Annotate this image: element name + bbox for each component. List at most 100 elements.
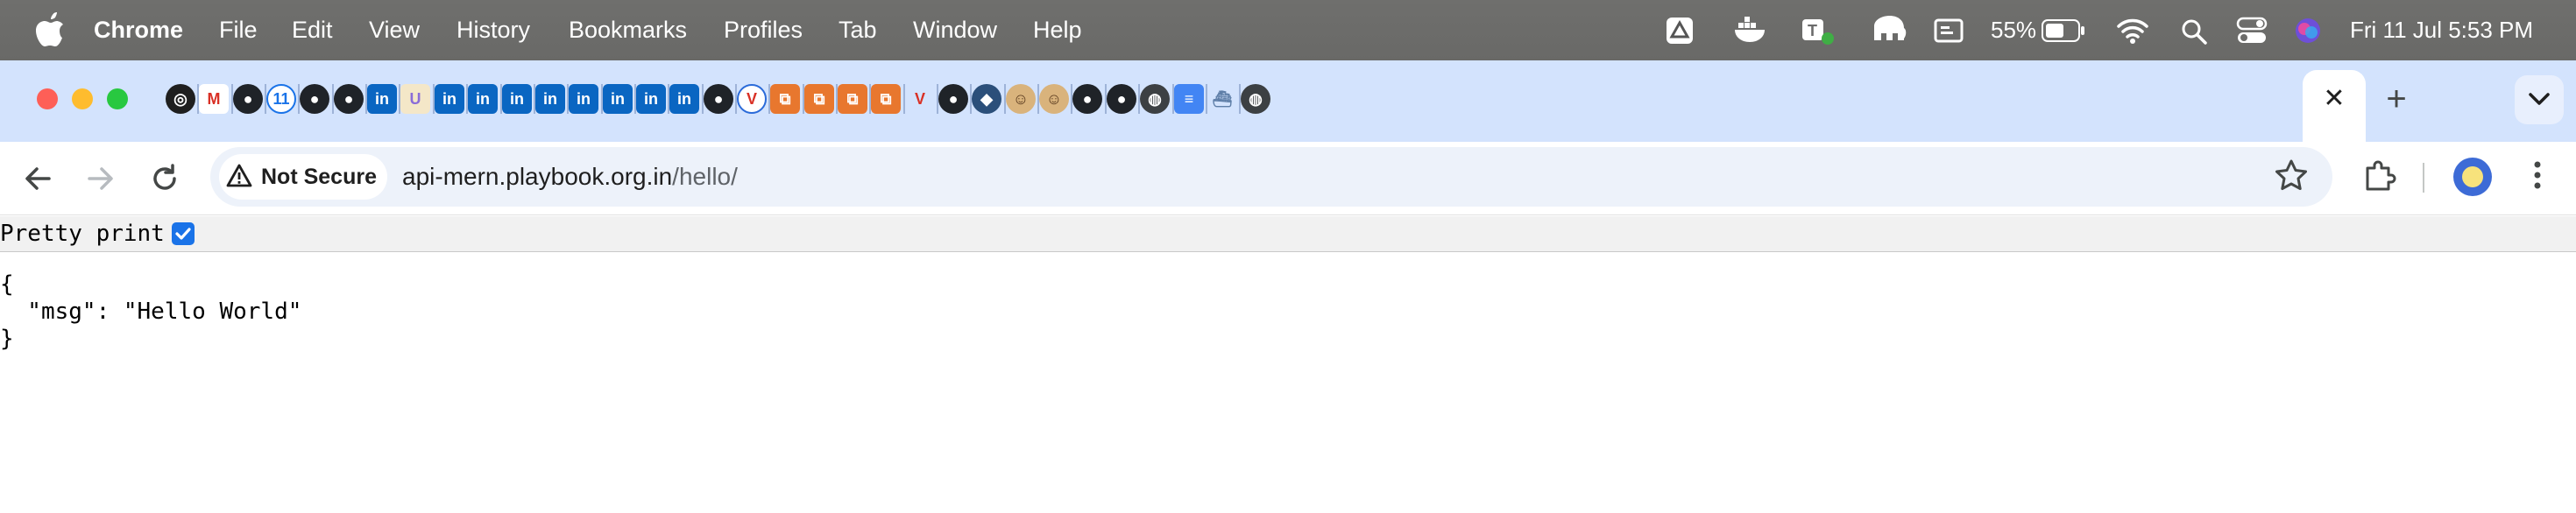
spotlight-search-icon[interactable] [2180, 18, 2208, 46]
tab-separator [869, 84, 871, 114]
tab-separator [768, 84, 770, 114]
tab-u-icon[interactable]: U [400, 84, 430, 114]
menu-app-chrome[interactable]: Chrome [94, 0, 183, 60]
tab-github-icon[interactable]: ● [1072, 84, 1102, 114]
tab-linkedin-icon[interactable]: in [435, 84, 464, 114]
tab-linkedin-icon[interactable]: in [367, 84, 397, 114]
menu-history[interactable]: History [456, 0, 530, 60]
tab-separator [937, 84, 938, 114]
control-center-icon[interactable] [2236, 16, 2268, 46]
docker-icon[interactable] [1733, 16, 1768, 46]
url-path: /hello/ [672, 163, 738, 190]
tab-separator [601, 84, 603, 114]
tab-calendar-icon[interactable]: 11 [266, 84, 296, 114]
tab-orange-box-icon[interactable]: ⧉ [804, 84, 834, 114]
tab-orange-box-icon[interactable]: ⧉ [838, 84, 867, 114]
menu-bookmarks[interactable]: Bookmarks [569, 0, 687, 60]
tab-separator [735, 84, 737, 114]
tab-linkedin-icon[interactable]: in [636, 84, 666, 114]
pretty-print-bar [0, 216, 2576, 252]
tab-search-button[interactable] [2515, 75, 2564, 124]
tab-linkedin-icon[interactable]: in [669, 84, 699, 114]
battery-icon[interactable] [2042, 19, 2085, 42]
tab-avatar-icon[interactable]: ☺ [1039, 84, 1069, 114]
chevron-down-icon [2529, 93, 2550, 105]
tab-separator [1037, 84, 1039, 114]
siri-icon[interactable] [2293, 16, 2323, 46]
tab-whale-icon[interactable]: ⛴ [1207, 84, 1237, 114]
url-text[interactable]: api-mern.playbook.org.in/hello/ [402, 154, 738, 200]
menu-file[interactable]: File [219, 0, 258, 60]
tab-github-icon[interactable]: ● [334, 84, 364, 114]
tab-separator [433, 84, 435, 114]
tab-docker-icon[interactable]: ◆ [972, 84, 1001, 114]
tab-linkedin-icon[interactable]: in [569, 84, 598, 114]
tab-separator [265, 84, 266, 114]
battery-percent: 55% [1991, 17, 2037, 43]
url-host: api-mern.playbook.org.in [402, 163, 673, 190]
back-icon[interactable] [16, 156, 61, 201]
menu-help[interactable]: Help [1033, 0, 1082, 60]
drive-icon[interactable] [1665, 16, 1695, 46]
pretty-print-checkbox[interactable] [172, 222, 195, 245]
menu-edit[interactable]: Edit [292, 0, 333, 60]
display-icon[interactable] [1934, 18, 1964, 44]
tab-separator [399, 84, 400, 114]
tab-github-icon[interactable]: ● [704, 84, 733, 114]
tab-github-icon[interactable]: ● [300, 84, 329, 114]
tab-separator [836, 84, 838, 114]
tab-separator [1004, 84, 1006, 114]
tab-separator [466, 84, 468, 114]
profile-avatar[interactable] [2453, 158, 2492, 196]
tab-github-icon[interactable]: ● [938, 84, 968, 114]
tab-close-icon[interactable]: ✕ [2318, 82, 2351, 116]
menu-window[interactable]: Window [913, 0, 997, 60]
menu-profiles[interactable]: Profiles [724, 0, 803, 60]
tab-orange-box-icon[interactable]: ⧉ [871, 84, 901, 114]
tab-separator [634, 84, 636, 114]
tab-openai-icon[interactable]: ◎ [166, 84, 195, 114]
tab-linkedin-icon[interactable]: in [535, 84, 565, 114]
tab-separator [903, 84, 905, 114]
teams-icon[interactable]: T [1801, 14, 1836, 47]
more-menu-icon[interactable] [2518, 156, 2557, 194]
tab-linkedin-icon[interactable]: in [502, 84, 532, 114]
forward-icon[interactable] [77, 156, 123, 201]
tab-globe-icon[interactable]: ◍ [1140, 84, 1170, 114]
tab-separator [1206, 84, 1207, 114]
apple-logo-icon[interactable] [35, 12, 65, 47]
menu-tab[interactable]: Tab [839, 0, 877, 60]
tab-gmail-icon[interactable]: M [199, 84, 229, 114]
tab-separator [803, 84, 804, 114]
tab-docs-icon[interactable]: ≡ [1174, 84, 1204, 114]
tab-separator [1172, 84, 1174, 114]
window-close-button[interactable] [37, 88, 58, 109]
tab-linkedin-icon[interactable]: in [603, 84, 633, 114]
new-tab-button[interactable]: + [2379, 81, 2414, 117]
menu-view[interactable]: View [369, 0, 420, 60]
tab-vercel-v-icon[interactable]: V [737, 84, 767, 114]
warning-icon [226, 164, 252, 187]
window-minimize-button[interactable] [72, 88, 93, 109]
reload-icon[interactable] [142, 156, 188, 201]
tab-separator [1138, 84, 1140, 114]
tab-separator [500, 84, 502, 114]
window-zoom-button[interactable] [107, 88, 128, 109]
clock: Fri 11 Jul 5:53 PM [2350, 17, 2534, 43]
tab-avatar-icon[interactable]: ☺ [1006, 84, 1036, 114]
tab-separator [970, 84, 972, 114]
tab-red-v-icon[interactable]: V [905, 84, 935, 114]
macos-menu-bar: Chrome File Edit View History Bookmarks … [0, 0, 2576, 60]
tab-github-icon[interactable]: ● [1107, 84, 1136, 114]
tab-separator [567, 84, 569, 114]
tab-orange-box-icon[interactable]: ⧉ [770, 84, 800, 114]
wifi-icon[interactable] [2116, 16, 2149, 44]
tab-globe-icon[interactable]: ◍ [1241, 84, 1270, 114]
bookmark-star-icon[interactable] [2272, 156, 2311, 194]
elephant-icon[interactable] [1869, 14, 1907, 47]
tab-separator [197, 84, 199, 114]
tab-github-icon[interactable]: ● [233, 84, 263, 114]
tab-linkedin-icon[interactable]: in [468, 84, 498, 114]
pretty-print-label: Pretty print [0, 221, 165, 247]
extensions-icon[interactable] [2360, 156, 2399, 194]
